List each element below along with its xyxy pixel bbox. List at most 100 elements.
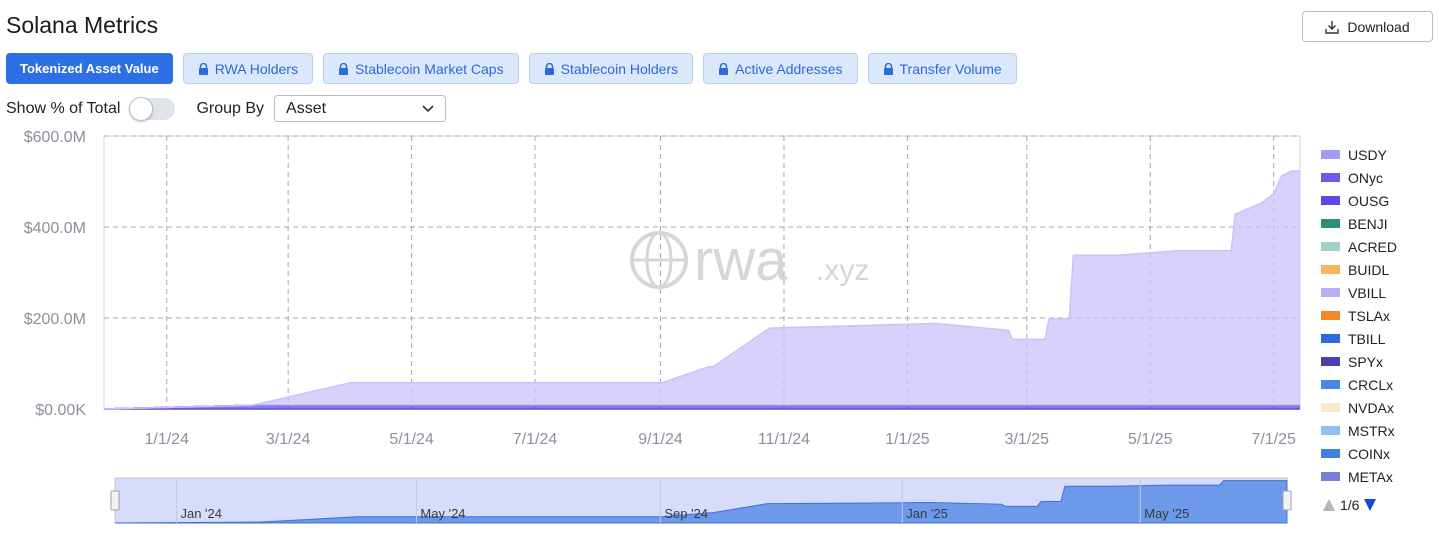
tab-stablecoin-holders[interactable]: Stablecoin Holders [528, 53, 694, 84]
legend-page-indicator: 1/6 [1340, 497, 1360, 513]
legend-swatch [1321, 426, 1340, 435]
legend-item[interactable]: ACRED [1321, 235, 1437, 258]
legend-label: MSTRx [1348, 422, 1395, 439]
x-tick-label: 5/1/24 [389, 431, 434, 448]
legend-item[interactable]: NVDAx [1321, 396, 1437, 419]
legend-swatch [1321, 449, 1340, 458]
legend-label: NVDAx [1348, 399, 1394, 416]
page-title: Solana Metrics [6, 12, 159, 38]
legend-swatch [1321, 472, 1340, 481]
legend-swatch [1321, 265, 1340, 274]
legend-item[interactable]: VBILL [1321, 281, 1437, 304]
y-tick-label: $200.0M [24, 311, 86, 328]
legend-swatch [1321, 150, 1340, 159]
watermark: rwa .xyz [630, 228, 869, 293]
legend-item[interactable]: COINx [1321, 442, 1437, 465]
x-tick-label: 5/1/25 [1128, 431, 1173, 448]
toggle-knob [129, 96, 154, 121]
legend-item[interactable]: MSTRx [1321, 419, 1437, 442]
lock-icon [338, 62, 348, 75]
legend-label: SPYx [1348, 353, 1384, 370]
legend-label: CRCLx [1348, 376, 1394, 393]
download-button[interactable]: Download [1302, 11, 1433, 42]
legend-pager: 1/6 [1322, 497, 1377, 513]
legend-swatch [1321, 403, 1340, 412]
navigator-tick-label: Jan '25 [906, 506, 948, 521]
legend-label: ACRED [1348, 238, 1398, 255]
x-tick-label: 7/1/25 [1251, 431, 1296, 448]
watermark-suffix: .xyz [816, 254, 869, 287]
x-tick-label: 11/1/24 [758, 431, 810, 448]
legend-swatch [1321, 219, 1340, 228]
metric-tabs: Tokenized Asset Value RWA Holders Stable… [6, 53, 1017, 84]
legend-swatch [1321, 380, 1340, 389]
legend-label: OUSG [1348, 192, 1390, 209]
tab-label: Active Addresses [735, 60, 843, 77]
triangle-up-icon[interactable] [1322, 498, 1336, 512]
legend-label: COINx [1348, 445, 1390, 462]
legend-label: TBILL [1348, 330, 1386, 347]
x-tick-label: 1/1/24 [144, 431, 189, 448]
legend-item[interactable]: TSLAx [1321, 304, 1437, 327]
legend-label: METAx [1348, 468, 1393, 485]
legend-swatch [1321, 288, 1340, 297]
x-tick-label: 3/1/25 [1005, 431, 1050, 448]
y-tick-label: $0.00K [35, 402, 86, 419]
navigator-tick-label: May '24 [420, 506, 465, 521]
show-pct-toggle[interactable] [129, 96, 176, 121]
navigator-tick-label: Jan '24 [180, 506, 222, 521]
group-by-label: Group By [196, 99, 265, 117]
legend-label: TSLAx [1348, 307, 1391, 324]
legend-item[interactable]: BUIDL [1321, 258, 1437, 281]
legend-item[interactable]: USDY [1321, 143, 1437, 166]
show-pct-label: Show % of Total [6, 99, 121, 117]
x-tick-label: 9/1/24 [638, 431, 683, 448]
lock-icon [883, 62, 893, 75]
legend-item[interactable]: METAx [1321, 465, 1437, 488]
legend-swatch [1321, 334, 1340, 343]
legend-swatch [1321, 357, 1340, 366]
tab-tokenized-asset-value[interactable]: Tokenized Asset Value [6, 53, 173, 84]
navigator-left-handle[interactable] [110, 490, 120, 511]
chart-legend: USDY ONyc OUSG BENJI ACRED BUIDL VBILL TSLAx TBI… [1321, 143, 1437, 488]
lock-icon [198, 62, 208, 75]
x-tick-label: 1/1/25 [885, 431, 930, 448]
area-chart: rwa .xyz $0.00K $200.0M $400.0M $600.0M 1/1/24… [24, 129, 1301, 524]
lock-icon [544, 62, 554, 75]
legend-label: BENJI [1348, 215, 1388, 232]
y-tick-label: $400.0M [24, 220, 86, 237]
legend-item[interactable]: BENJI [1321, 212, 1437, 235]
legend-item[interactable]: TBILL [1321, 327, 1437, 350]
range-navigator: Jan '24 May '24 Sep '24 Jan '25 May '25 [110, 477, 1292, 524]
tab-rwa-holders[interactable]: RWA Holders [182, 53, 313, 84]
legend-label: USDY [1348, 146, 1387, 163]
legend-item[interactable]: OUSG [1321, 189, 1437, 212]
legend-item[interactable]: CRCLx [1321, 373, 1437, 396]
download-icon [1325, 20, 1340, 34]
group-by-value: Asset [286, 99, 327, 117]
navigator-tick-label: May '25 [1144, 506, 1189, 521]
navigator-right-handle[interactable] [1282, 490, 1292, 511]
tab-label: Tokenized Asset Value [20, 61, 159, 76]
tab-active-addresses[interactable]: Active Addresses [703, 53, 858, 84]
navigator-tick-label: Sep '24 [664, 506, 708, 521]
tab-transfer-volume[interactable]: Transfer Volume [867, 53, 1017, 84]
legend-swatch [1321, 242, 1340, 251]
legend-swatch [1321, 173, 1340, 182]
download-label: Download [1347, 18, 1410, 35]
tab-label: RWA Holders [214, 60, 298, 77]
legend-item[interactable]: ONyc [1321, 166, 1437, 189]
chart-controls: Show % of Total Group By Asset [6, 95, 447, 122]
chevron-down-icon [422, 104, 434, 112]
y-tick-label: $600.0M [24, 129, 86, 146]
legend-label: ONyc [1348, 169, 1383, 186]
x-tick-label: 7/1/24 [513, 431, 558, 448]
legend-swatch [1321, 196, 1340, 205]
legend-item[interactable]: SPYx [1321, 350, 1437, 373]
tab-stablecoin-market-caps[interactable]: Stablecoin Market Caps [322, 53, 519, 84]
lock-icon [719, 62, 729, 75]
tab-label: Stablecoin Market Caps [354, 60, 504, 77]
triangle-down-icon[interactable] [1363, 498, 1377, 512]
legend-label: BUIDL [1348, 261, 1390, 278]
group-by-select[interactable]: Asset [274, 95, 447, 122]
